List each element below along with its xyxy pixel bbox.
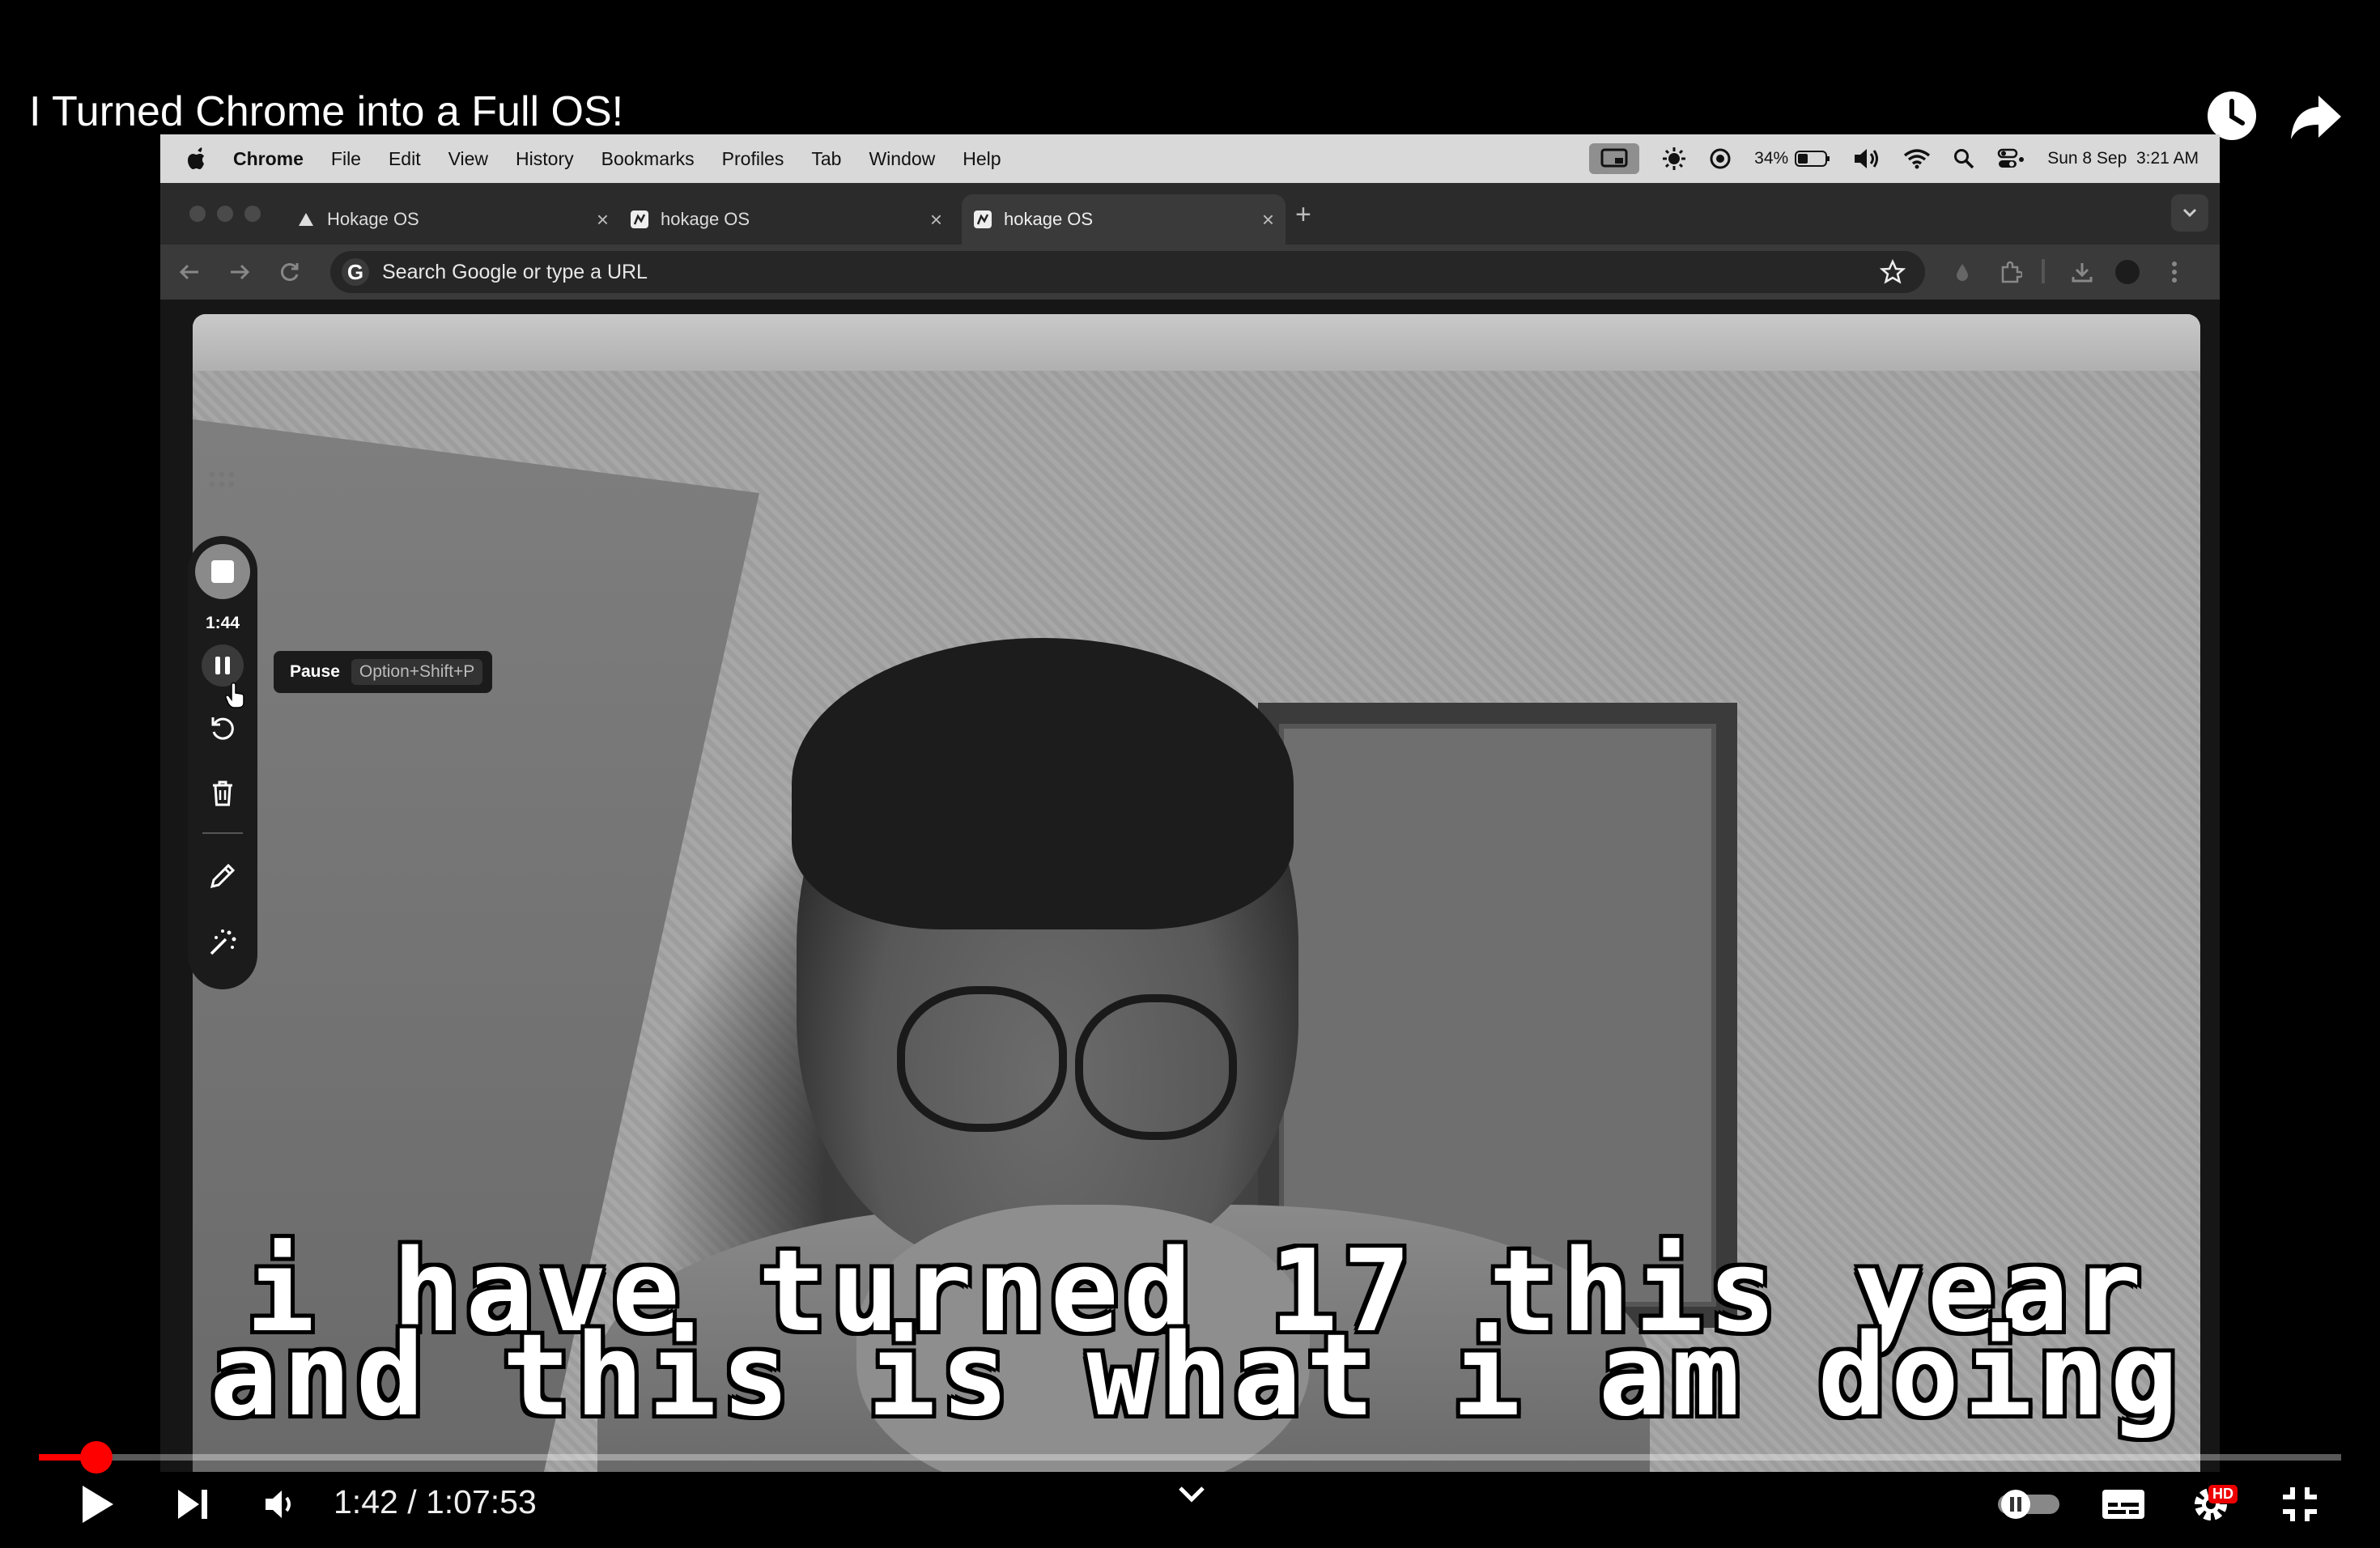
apple-icon <box>188 147 207 170</box>
tab-search-chevron-icon[interactable] <box>2171 194 2208 232</box>
ceiling <box>193 314 2200 371</box>
extensions-puzzle-icon[interactable] <box>1998 259 2024 285</box>
tab-close-icon[interactable]: × <box>930 207 942 232</box>
stop-recording-button[interactable] <box>195 544 250 599</box>
extension-drop-icon[interactable] <box>1949 259 1975 285</box>
forward-icon[interactable] <box>227 259 253 285</box>
screen-record-icon[interactable] <box>1589 143 1640 174</box>
app-grid-icon[interactable] <box>206 468 238 492</box>
tooltip-label: Pause <box>290 662 340 681</box>
recorder-divider <box>202 832 243 834</box>
menu-window[interactable]: Window <box>869 148 935 170</box>
mac-menubar: Chrome File Edit View History Bookmarks … <box>160 134 2220 183</box>
wifi-icon[interactable] <box>1903 148 1931 169</box>
battery-percent: 34% <box>1754 149 1789 168</box>
menu-app-name[interactable]: Chrome <box>233 148 304 170</box>
draw-pencil-icon[interactable] <box>202 855 244 897</box>
chrome-menu-icon[interactable] <box>2161 259 2187 285</box>
toolbar-divider <box>2042 259 2045 283</box>
battery-icon[interactable] <box>1795 150 1830 168</box>
tab-close-icon[interactable]: × <box>597 207 609 232</box>
subtitle-line-2: and this is what i am doing <box>210 1310 2183 1442</box>
new-tab-icon[interactable]: + <box>1295 199 1311 231</box>
menu-tab[interactable]: Tab <box>811 148 841 170</box>
share-icon[interactable] <box>2288 87 2344 144</box>
exit-fullscreen-icon[interactable] <box>2272 1478 2328 1530</box>
bookmark-star-icon[interactable] <box>1879 258 1906 285</box>
pause-tooltip: Pause Option+Shift+P <box>274 651 493 693</box>
omnibox[interactable]: G Search Google or type a URL <box>330 251 1925 293</box>
menu-help[interactable]: Help <box>963 148 1001 170</box>
menu-history[interactable]: History <box>516 148 574 170</box>
tab-title: hokage OS <box>1004 209 1094 229</box>
window-close-button[interactable] <box>189 206 206 222</box>
google-g-icon: G <box>342 258 369 286</box>
omnibox-placeholder[interactable]: Search Google or type a URL <box>382 261 648 284</box>
chrome-toolbar: G Search Google or type a URL <box>160 245 2220 300</box>
chrome-tabstrip: Hokage OS × hokage OS × hokage OS × + <box>160 183 2220 245</box>
hokage-favicon-icon <box>973 210 992 229</box>
hd-quality-badge: HD <box>2208 1485 2238 1503</box>
tab-close-icon[interactable]: × <box>1262 207 1274 232</box>
delete-recording-icon[interactable] <box>202 772 244 814</box>
effects-wand-icon[interactable] <box>202 921 244 963</box>
scrubber-handle[interactable] <box>80 1441 113 1474</box>
tab-hokage-os-1[interactable]: Hokage OS × <box>296 194 620 245</box>
play-button[interactable] <box>71 1478 123 1530</box>
glasses-left-lens <box>897 986 1067 1132</box>
recording-elapsed: 1:44 <box>205 614 240 632</box>
menu-bookmarks[interactable]: Bookmarks <box>601 148 695 170</box>
time-display: 1:42 / 1:07:53 <box>334 1483 537 1520</box>
spotlight-search-icon[interactable] <box>1953 148 1974 169</box>
tab-hokage-os-2[interactable]: hokage OS × <box>630 194 954 245</box>
brightness-icon[interactable] <box>1662 147 1686 171</box>
person-hair <box>792 638 1294 929</box>
pause-recording-button[interactable] <box>202 644 244 687</box>
reload-icon[interactable] <box>277 259 303 285</box>
menu-file[interactable]: File <box>331 148 361 170</box>
captions-icon[interactable] <box>2095 1478 2152 1530</box>
window-minimize-button[interactable] <box>217 206 233 222</box>
autoplay-toggle-icon[interactable] <box>1993 1478 2063 1530</box>
volume-icon[interactable] <box>254 1478 306 1530</box>
next-video-button[interactable] <box>167 1478 219 1530</box>
chevron-down-icon[interactable] <box>1174 1482 1209 1506</box>
hand-cursor-icon <box>225 682 246 709</box>
back-icon[interactable] <box>176 259 202 285</box>
menubar-clock[interactable]: Sun 8 Sep 3:21 AM <box>2047 149 2199 168</box>
video-title[interactable]: I Turned Chrome into a Full OS! <box>29 87 623 136</box>
download-icon[interactable] <box>2069 259 2095 285</box>
recorder-panel: 1:44 <box>188 536 257 989</box>
tab-hokage-os-active[interactable]: hokage OS × <box>962 194 1286 245</box>
profile-avatar-icon[interactable] <box>2114 259 2140 285</box>
glasses-right-lens <box>1075 994 1237 1140</box>
video-frame[interactable]: Chrome File Edit View History Bookmarks … <box>160 134 2220 1472</box>
menu-edit[interactable]: Edit <box>389 148 421 170</box>
focus-mode-icon[interactable] <box>1709 147 1732 170</box>
control-center-icon[interactable] <box>1997 148 2025 169</box>
window-zoom-button[interactable] <box>244 206 261 222</box>
restart-recording-icon[interactable] <box>202 708 244 750</box>
menu-view[interactable]: View <box>448 148 488 170</box>
hokage-favicon-icon <box>630 210 649 229</box>
volume-status-icon[interactable] <box>1853 147 1881 170</box>
progress-bar[interactable] <box>39 1441 2341 1474</box>
status-area: 34% Sun 8 Sep 3:21 AM <box>1589 134 2199 183</box>
tab-title: hokage OS <box>661 209 750 229</box>
tooltip-shortcut: Option+Shift+P <box>351 659 483 685</box>
triangle-favicon-icon <box>296 210 316 229</box>
menu-profiles[interactable]: Profiles <box>722 148 784 170</box>
tab-title: Hokage OS <box>327 209 419 229</box>
